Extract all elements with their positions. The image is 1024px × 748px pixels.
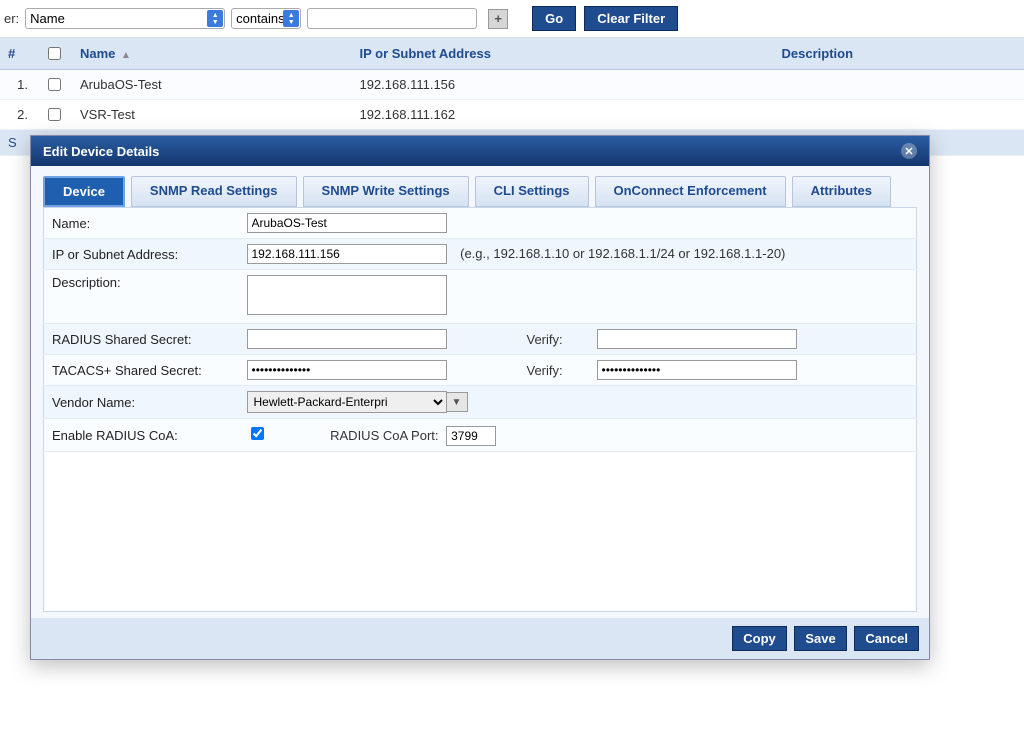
- row-name: ArubaOS-Test: [72, 70, 351, 100]
- row-number: 2.: [0, 100, 36, 130]
- clear-filter-button[interactable]: Clear Filter: [584, 6, 678, 31]
- description-textarea[interactable]: [247, 275, 447, 315]
- tab-attributes[interactable]: Attributes: [792, 176, 891, 207]
- label-name: Name:: [44, 208, 239, 239]
- label-tacacs-secret: TACACS+ Shared Secret:: [44, 355, 239, 386]
- label-vendor: Vendor Name:: [44, 386, 239, 419]
- tacacs-secret-input[interactable]: [247, 360, 447, 380]
- close-icon: ✕: [904, 145, 913, 158]
- label-ip: IP or Subnet Address:: [44, 239, 239, 270]
- radius-verify-input[interactable]: [597, 329, 797, 349]
- add-filter-button[interactable]: +: [488, 9, 508, 29]
- col-header-desc[interactable]: Description: [774, 38, 1024, 70]
- filter-value-input[interactable]: [307, 8, 477, 29]
- ip-input[interactable]: [247, 244, 447, 264]
- col-header-name[interactable]: Name ▲: [72, 38, 351, 70]
- device-form: Name: IP or Subnet Address: (e.g., 192.1…: [43, 207, 917, 452]
- coa-port-input[interactable]: [446, 426, 496, 446]
- go-button[interactable]: Go: [532, 6, 576, 31]
- table-row[interactable]: 1. ArubaOS-Test 192.168.111.156: [0, 70, 1024, 100]
- col-header-ip[interactable]: IP or Subnet Address: [351, 38, 773, 70]
- tacacs-verify-input[interactable]: [597, 360, 797, 380]
- tab-cli[interactable]: CLI Settings: [475, 176, 589, 207]
- tab-snmp-read[interactable]: SNMP Read Settings: [131, 176, 297, 207]
- row-ip: 192.168.111.156: [351, 70, 773, 100]
- vendor-dropdown-button[interactable]: ▼: [446, 392, 468, 412]
- row-number: 1.: [0, 70, 36, 100]
- row-checkbox[interactable]: [48, 78, 61, 91]
- filter-bar: er: Name ▲▼ contains ▲▼ + Go Clear Filte…: [0, 0, 1024, 38]
- table-row[interactable]: 2. VSR-Test 192.168.111.162: [0, 100, 1024, 130]
- form-blank-area: [43, 452, 917, 612]
- tab-device[interactable]: Device: [43, 176, 125, 207]
- col-header-num[interactable]: #: [0, 38, 36, 70]
- chevron-down-icon: ▼: [452, 397, 462, 408]
- row-ip: 192.168.111.162: [351, 100, 773, 130]
- label-tacacs-verify: Verify:: [519, 355, 589, 386]
- edit-device-modal: Edit Device Details ✕ Device SNMP Read S…: [30, 135, 930, 660]
- filter-operator-select[interactable]: contains: [231, 8, 301, 29]
- modal-titlebar: Edit Device Details ✕: [31, 136, 929, 166]
- name-input[interactable]: [247, 213, 447, 233]
- tab-snmp-write[interactable]: SNMP Write Settings: [303, 176, 469, 207]
- modal-title-text: Edit Device Details: [43, 144, 159, 159]
- label-description: Description:: [44, 270, 239, 324]
- label-enable-coa: Enable RADIUS CoA:: [44, 419, 239, 452]
- vendor-select[interactable]: Hewlett-Packard-Enterpri: [247, 391, 447, 413]
- sort-asc-icon: ▲: [121, 50, 131, 61]
- ip-hint: (e.g., 192.168.1.10 or 192.168.1.1/24 or…: [460, 246, 785, 261]
- label-coa-port: RADIUS CoA Port:: [330, 428, 438, 443]
- cancel-button[interactable]: Cancel: [854, 626, 919, 651]
- tab-row: Device SNMP Read Settings SNMP Write Set…: [43, 176, 917, 207]
- row-desc: [774, 70, 1024, 100]
- enable-coa-checkbox[interactable]: [251, 427, 264, 440]
- label-radius-verify: Verify:: [519, 324, 589, 355]
- row-name: VSR-Test: [72, 100, 351, 130]
- row-checkbox[interactable]: [48, 108, 61, 121]
- tab-onconnect[interactable]: OnConnect Enforcement: [595, 176, 786, 207]
- select-all-checkbox[interactable]: [48, 47, 61, 60]
- col-header-checkbox: [36, 38, 72, 70]
- label-radius-secret: RADIUS Shared Secret:: [44, 324, 239, 355]
- filter-field-select[interactable]: Name: [25, 8, 225, 29]
- filter-label: er:: [4, 11, 19, 26]
- save-button[interactable]: Save: [794, 626, 846, 651]
- modal-footer: Copy Save Cancel: [31, 618, 929, 659]
- row-desc: [774, 100, 1024, 130]
- radius-secret-input[interactable]: [247, 329, 447, 349]
- col-header-name-text: Name: [80, 46, 115, 61]
- plus-icon: +: [494, 11, 502, 26]
- close-button[interactable]: ✕: [901, 143, 917, 159]
- copy-button[interactable]: Copy: [732, 626, 787, 651]
